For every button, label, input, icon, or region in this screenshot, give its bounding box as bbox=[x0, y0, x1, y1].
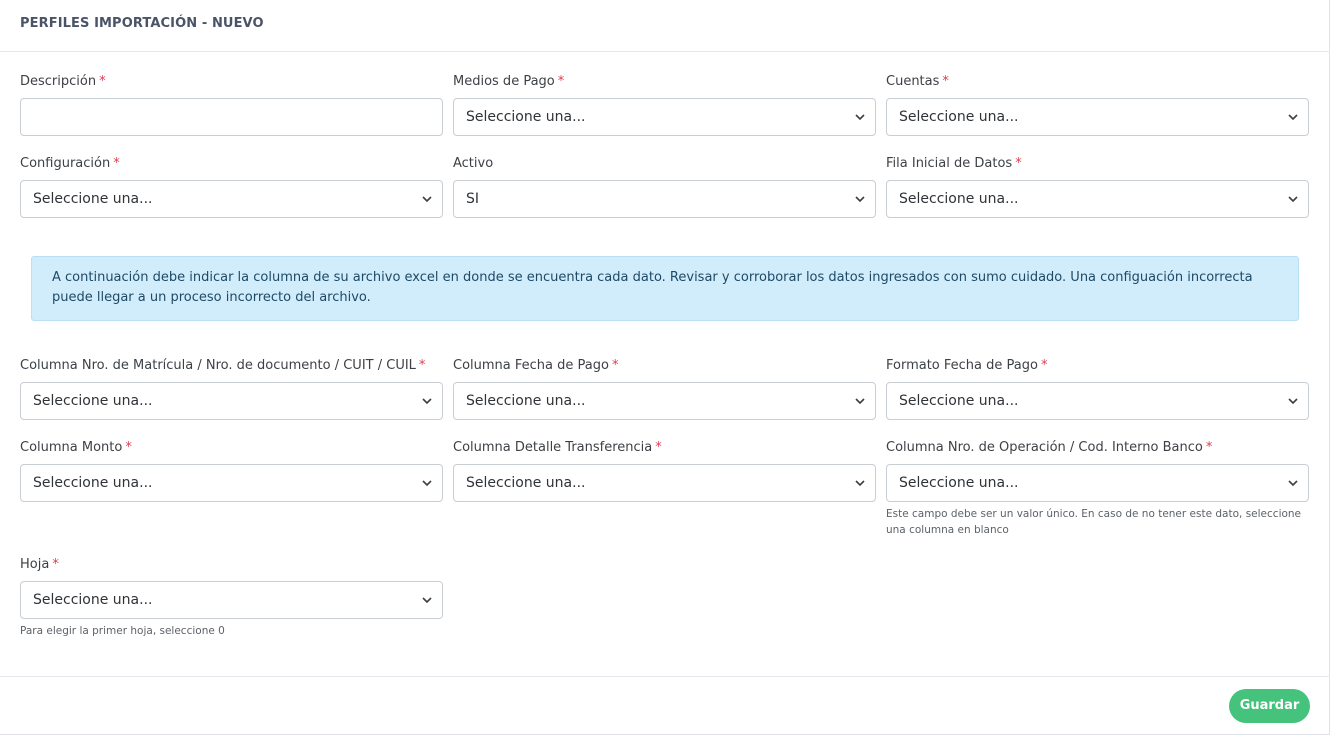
cuentas-value: Seleccione una... bbox=[899, 109, 1019, 125]
col-detalle-select[interactable]: Seleccione una... bbox=[453, 464, 876, 502]
cuentas-label: Cuentas bbox=[886, 74, 940, 89]
col-operacion-value: Seleccione una... bbox=[899, 475, 1019, 491]
info-alert-text: A continuación debe indicar la columna d… bbox=[52, 270, 1253, 305]
col-fecha-pago-select[interactable]: Seleccione una... bbox=[453, 382, 876, 420]
chevron-down-icon bbox=[855, 196, 865, 203]
medios-pago-label: Medios de Pago bbox=[453, 74, 555, 89]
chevron-down-icon bbox=[1288, 480, 1298, 487]
col-monto-select[interactable]: Seleccione una... bbox=[20, 464, 443, 502]
configuracion-field: Configuración * Seleccione una... bbox=[20, 155, 443, 218]
required-mark: * bbox=[655, 440, 662, 455]
chevron-down-icon bbox=[1288, 398, 1298, 405]
required-mark: * bbox=[557, 74, 565, 89]
hoja-select[interactable]: Seleccione una... bbox=[20, 581, 443, 619]
required-mark: * bbox=[611, 358, 619, 373]
hoja-label: Hoja bbox=[20, 557, 50, 572]
col-fecha-pago-value: Seleccione una... bbox=[466, 393, 586, 409]
chevron-down-icon bbox=[422, 196, 432, 203]
required-mark: * bbox=[113, 156, 120, 171]
col-matricula-value: Seleccione una... bbox=[33, 393, 153, 409]
required-mark: * bbox=[1205, 440, 1213, 455]
col-operacion-select[interactable]: Seleccione una... bbox=[886, 464, 1309, 502]
col-fecha-pago-label: Columna Fecha de Pago bbox=[453, 358, 609, 373]
required-mark: * bbox=[418, 358, 426, 373]
col-detalle-value: Seleccione una... bbox=[466, 475, 586, 491]
formato-fecha-value: Seleccione una... bbox=[899, 393, 1019, 409]
required-mark: * bbox=[99, 74, 106, 89]
col-detalle-label: Columna Detalle Transferencia bbox=[453, 440, 653, 455]
formato-fecha-field: Formato Fecha de Pago * Seleccione una... bbox=[886, 357, 1309, 420]
col-fecha-pago-field: Columna Fecha de Pago * Seleccione una... bbox=[453, 357, 876, 420]
chevron-down-icon bbox=[855, 480, 865, 487]
chevron-down-icon bbox=[422, 597, 432, 604]
hoja-field: Hoja * Seleccione una... Para elegir la p… bbox=[20, 556, 443, 639]
fila-inicial-label: Fila Inicial de Datos bbox=[886, 156, 1013, 171]
col-operacion-label: Columna Nro. de Operación / Cod. Interno… bbox=[886, 440, 1203, 455]
form-card: PERFILES IMPORTACIÓN - NUEVO Descripción… bbox=[0, 0, 1330, 735]
col-operacion-help: Este campo debe ser un valor único. En c… bbox=[886, 508, 1302, 536]
medios-pago-select[interactable]: Seleccione una... bbox=[453, 98, 876, 136]
required-mark: * bbox=[52, 557, 59, 572]
col-monto-label: Columna Monto bbox=[20, 440, 123, 455]
hoja-value: Seleccione una... bbox=[33, 592, 153, 608]
descripcion-label: Descripción bbox=[20, 74, 97, 89]
hoja-help: Para elegir la primer hoja, seleccione 0 bbox=[20, 625, 225, 637]
col-matricula-label: Columna Nro. de Matrícula / Nro. de docu… bbox=[20, 358, 416, 373]
required-mark: * bbox=[1040, 358, 1048, 373]
fila-inicial-value: Seleccione una... bbox=[899, 191, 1019, 207]
col-detalle-field: Columna Detalle Transferencia * Seleccion… bbox=[453, 439, 876, 502]
save-button[interactable]: Guardar bbox=[1229, 689, 1310, 723]
medios-pago-field: Medios de Pago * Seleccione una... bbox=[453, 73, 876, 136]
col-matricula-select[interactable]: Seleccione una... bbox=[20, 382, 443, 420]
card-header: PERFILES IMPORTACIÓN - NUEVO bbox=[0, 0, 1330, 52]
info-alert: A continuación debe indicar la columna d… bbox=[31, 256, 1299, 321]
col-monto-field: Columna Monto * Seleccione una... bbox=[20, 439, 443, 502]
activo-select[interactable]: SI bbox=[453, 180, 876, 218]
cuentas-select[interactable]: Seleccione una... bbox=[886, 98, 1309, 136]
cuentas-field: Cuentas * Seleccione una... bbox=[886, 73, 1309, 136]
activo-value: SI bbox=[466, 191, 480, 207]
formato-fecha-label: Formato Fecha de Pago bbox=[886, 358, 1038, 373]
configuracion-select[interactable]: Seleccione una... bbox=[20, 180, 443, 218]
formato-fecha-select[interactable]: Seleccione una... bbox=[886, 382, 1309, 420]
descripcion-field: Descripción * bbox=[20, 73, 443, 136]
chevron-down-icon bbox=[1288, 114, 1298, 121]
footer-divider bbox=[0, 676, 1330, 677]
page-title: PERFILES IMPORTACIÓN - NUEVO bbox=[20, 16, 264, 31]
chevron-down-icon bbox=[1288, 196, 1298, 203]
chevron-down-icon bbox=[855, 398, 865, 405]
required-mark: * bbox=[1015, 156, 1022, 171]
required-mark: * bbox=[125, 440, 132, 455]
chevron-down-icon bbox=[855, 114, 865, 121]
medios-pago-value: Seleccione una... bbox=[466, 109, 586, 125]
activo-label: Activo bbox=[453, 156, 494, 171]
col-matricula-field: Columna Nro. de Matrícula / Nro. de docu… bbox=[20, 357, 443, 420]
col-monto-value: Seleccione una... bbox=[33, 475, 153, 491]
chevron-down-icon bbox=[422, 398, 432, 405]
required-mark: * bbox=[942, 74, 949, 89]
chevron-down-icon bbox=[422, 480, 432, 487]
fila-inicial-field: Fila Inicial de Datos * Seleccione una... bbox=[886, 155, 1309, 218]
configuracion-label: Configuración bbox=[20, 156, 111, 171]
descripcion-input[interactable] bbox=[20, 98, 443, 136]
fila-inicial-select[interactable]: Seleccione una... bbox=[886, 180, 1309, 218]
activo-field: Activo SI bbox=[453, 155, 876, 218]
col-operacion-field: Columna Nro. de Operación / Cod. Interno… bbox=[886, 439, 1309, 538]
configuracion-value: Seleccione una... bbox=[33, 191, 153, 207]
